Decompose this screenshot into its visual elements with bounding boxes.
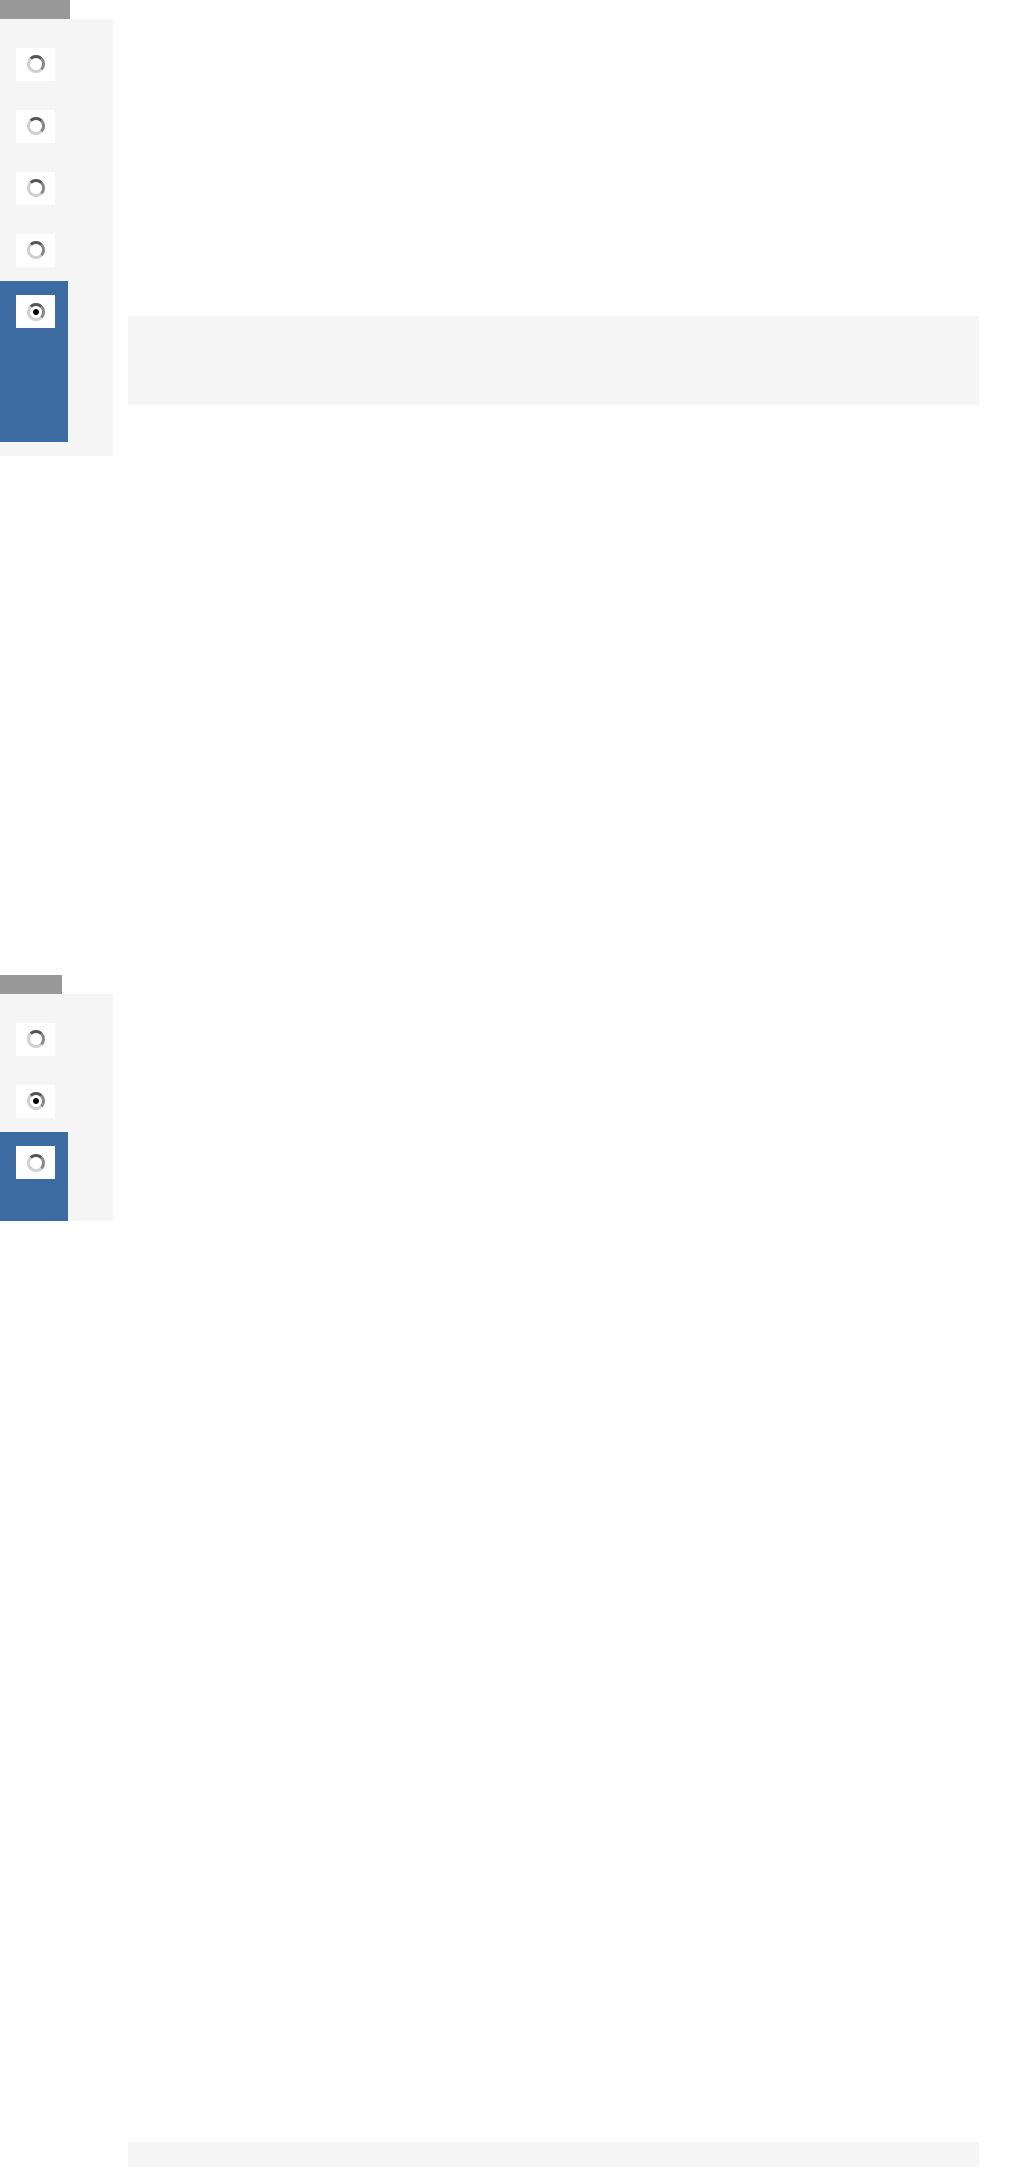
icon-box bbox=[16, 295, 55, 328]
sidebar-item-1[interactable] bbox=[0, 33, 113, 95]
icon-box bbox=[16, 1146, 55, 1179]
sidebar-2 bbox=[0, 994, 113, 1221]
content-panel-1 bbox=[128, 316, 979, 405]
section-header-1 bbox=[0, 0, 70, 19]
spinner-icon bbox=[27, 1030, 45, 1048]
icon-box bbox=[16, 234, 55, 267]
spinner-icon bbox=[27, 179, 45, 197]
spinner-active-icon bbox=[27, 303, 45, 321]
spinner-icon bbox=[27, 1154, 45, 1172]
icon-box bbox=[16, 1085, 55, 1118]
sidebar-item-3[interactable] bbox=[0, 157, 113, 219]
section-2 bbox=[0, 975, 1021, 1221]
icon-box bbox=[16, 1023, 55, 1056]
section-1 bbox=[0, 0, 1021, 975]
content-panel-2 bbox=[128, 2142, 979, 2167]
sidebar-item-4[interactable] bbox=[0, 219, 113, 281]
sidebar-item-2[interactable] bbox=[0, 95, 113, 157]
section-header-2 bbox=[0, 975, 62, 994]
sidebar-item-b3-selected[interactable] bbox=[0, 1132, 68, 1221]
spinner-icon bbox=[27, 117, 45, 135]
sidebar-item-b1[interactable] bbox=[0, 1008, 113, 1070]
sidebar-1 bbox=[0, 19, 113, 456]
sidebar-item-b2[interactable] bbox=[0, 1070, 113, 1132]
icon-box bbox=[16, 172, 55, 205]
spinner-icon bbox=[27, 55, 45, 73]
spinner-icon bbox=[27, 241, 45, 259]
sidebar-item-5-selected[interactable] bbox=[0, 281, 68, 442]
icon-box bbox=[16, 110, 55, 143]
spinner-active-icon bbox=[27, 1092, 45, 1110]
icon-box bbox=[16, 48, 55, 81]
